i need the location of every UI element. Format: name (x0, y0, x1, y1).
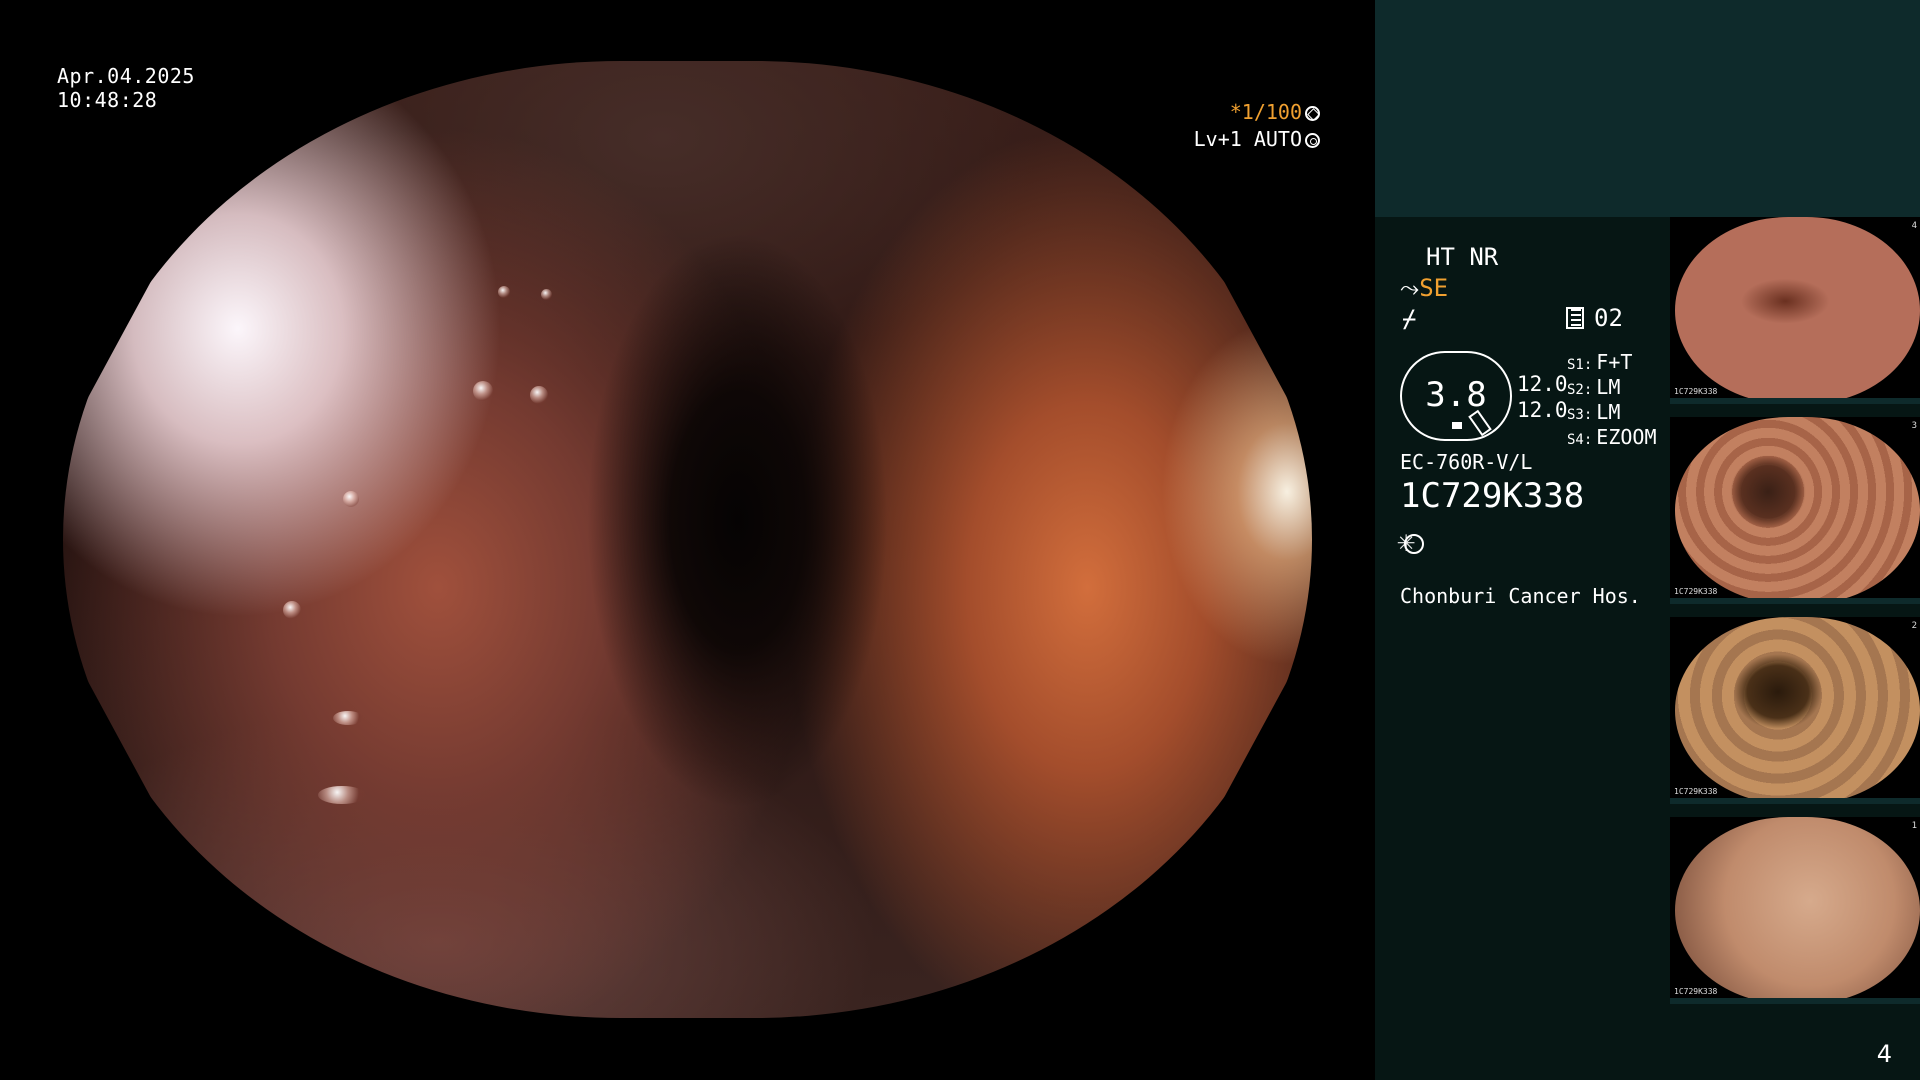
shutter-speed-value: *1/100 (1229, 100, 1302, 124)
switch-1-key: S1: (1567, 357, 1593, 373)
zoom-mark (1452, 422, 1462, 429)
captured-thumbnail[interactable]: 4 1C729K338 (1670, 217, 1920, 404)
fluid-bubble (473, 381, 493, 401)
structure-enhance: ⤳SE (1400, 274, 1448, 302)
thumbnail-bar (1670, 398, 1920, 404)
auto-iris-icon (1305, 133, 1320, 148)
switch-4-key: S4: (1567, 432, 1593, 448)
shutter-icon (1305, 106, 1320, 121)
exam-time: 10:48:28 (57, 88, 158, 112)
hospital-name: Chonburi Cancer Hos. (1400, 584, 1641, 608)
mode-number: 02 (1594, 304, 1623, 332)
thumbnail-image (1675, 217, 1920, 404)
fluid-reflection (333, 711, 363, 725)
fluid-bubble (283, 601, 301, 619)
thumbnail-caption: 1C729K338 (1674, 587, 1718, 596)
switch-3: S3: LM (1567, 400, 1620, 424)
switch-3-value: LM (1596, 400, 1621, 424)
brightness-level: Lv+1 AUTO (1194, 127, 1320, 151)
ht-nr-label: HT NR (1426, 243, 1499, 271)
switch-4: S4: EZOOM (1567, 425, 1657, 449)
mode-icon (1566, 307, 1584, 329)
thumbnail-bar (1670, 798, 1920, 804)
fluid-bubble (541, 289, 552, 300)
thumbnail-index: 4 (1911, 221, 1917, 231)
panel-header (1375, 0, 1920, 217)
endoscope-main-view (63, 61, 1312, 1018)
thumbnail-image (1675, 417, 1920, 604)
switch-4-value: EZOOM (1596, 425, 1657, 449)
captured-thumbnail[interactable]: 1 1C729K338 (1670, 817, 1920, 1004)
fluid-bubble (343, 491, 359, 507)
light-icon (1397, 524, 1424, 559)
fluid-reflection (318, 786, 366, 804)
switch-2-value: LM (1596, 375, 1621, 399)
switch-3-key: S3: (1567, 407, 1593, 423)
zoom-value: 3.8 (1425, 375, 1487, 415)
thumbnail-caption: 1C729K338 (1674, 787, 1718, 796)
thumbnail-index: 1 (1911, 821, 1917, 831)
shutter-speed: *1/100 (1230, 100, 1320, 124)
thumbnail-image (1675, 617, 1920, 804)
page-number: 4 (1876, 1040, 1892, 1068)
captured-thumbnail[interactable]: 3 1C729K338 (1670, 417, 1920, 604)
scope-serial: 1C729K338 (1400, 476, 1585, 516)
thumbnail-index: 3 (1911, 421, 1917, 431)
brightness-level-value: Lv+1 AUTO (1193, 127, 1302, 151)
color-enhance-icon: ⌿ (1402, 305, 1417, 333)
thumbnail-caption: 1C729K338 (1674, 387, 1718, 396)
thumbnail-caption: 1C729K338 (1674, 987, 1718, 996)
thumbnail-index: 2 (1911, 621, 1917, 631)
switch-1-value: F+T (1596, 350, 1633, 374)
fluid-bubble (498, 286, 510, 298)
captured-thumbnail[interactable]: 2 1C729K338 (1670, 617, 1920, 804)
thumbnail-bar (1670, 598, 1920, 604)
switch-1: S1: F+T (1567, 350, 1632, 374)
scope-model: EC-760R-V/L (1400, 450, 1533, 474)
se-label: SE (1419, 274, 1449, 302)
zoom-value-b: 12.0 (1517, 398, 1568, 422)
exam-date: Apr.04.2025 (57, 64, 195, 88)
fluid-bubble (530, 386, 548, 404)
zoom-badge: 3.8 (1400, 351, 1512, 441)
thumbnail-image (1675, 817, 1920, 1004)
switch-2-key: S2: (1567, 382, 1593, 398)
thumbnail-bar (1670, 998, 1920, 1004)
switch-2: S2: LM (1567, 375, 1620, 399)
enhance-icon: ⤳ (1400, 274, 1420, 302)
zoom-value-a: 12.0 (1517, 372, 1568, 396)
